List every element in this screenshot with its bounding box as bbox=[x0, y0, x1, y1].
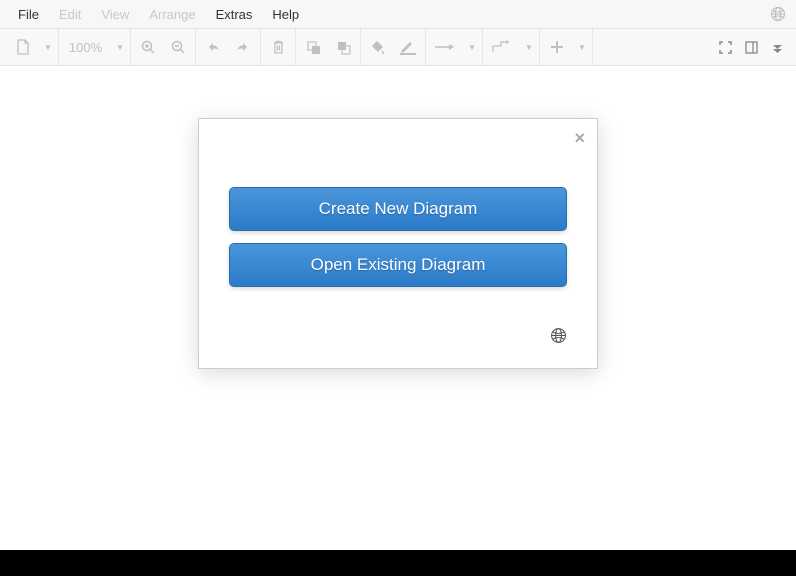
menu-help[interactable]: Help bbox=[262, 3, 309, 26]
caret-down-icon[interactable]: ▼ bbox=[578, 43, 586, 52]
start-dialog: × Create New Diagram Open Existing Diagr… bbox=[198, 118, 598, 369]
menu-view[interactable]: View bbox=[91, 3, 139, 26]
language-globe-icon[interactable] bbox=[229, 327, 567, 344]
zoom-in-icon[interactable] bbox=[137, 36, 159, 58]
zoom-out-icon[interactable] bbox=[167, 36, 189, 58]
menubar: File Edit View Arrange Extras Help bbox=[0, 0, 796, 28]
menu-arrange[interactable]: Arrange bbox=[139, 3, 205, 26]
toolbar: ▼ 100% ▼ bbox=[0, 28, 796, 66]
menu-extras[interactable]: Extras bbox=[206, 3, 263, 26]
format-panel-icon[interactable] bbox=[740, 36, 762, 58]
open-existing-diagram-button[interactable]: Open Existing Diagram bbox=[229, 243, 567, 287]
waypoints-icon[interactable] bbox=[489, 36, 515, 58]
close-icon[interactable]: × bbox=[574, 129, 585, 147]
caret-down-icon[interactable]: ▼ bbox=[468, 43, 476, 52]
zoom-level[interactable]: 100% bbox=[65, 40, 106, 55]
collapse-icon[interactable] bbox=[766, 36, 788, 58]
fullscreen-icon[interactable] bbox=[714, 36, 736, 58]
menu-file[interactable]: File bbox=[8, 3, 49, 26]
line-color-icon[interactable] bbox=[397, 36, 419, 58]
redo-icon[interactable] bbox=[232, 36, 254, 58]
document-icon[interactable] bbox=[12, 36, 34, 58]
delete-icon[interactable] bbox=[267, 36, 289, 58]
caret-down-icon[interactable]: ▼ bbox=[44, 43, 52, 52]
caret-down-icon[interactable]: ▼ bbox=[525, 43, 533, 52]
caret-down-icon[interactable]: ▼ bbox=[116, 43, 124, 52]
to-front-icon[interactable] bbox=[302, 36, 324, 58]
globe-icon[interactable] bbox=[770, 6, 786, 22]
fill-color-icon[interactable] bbox=[367, 36, 389, 58]
plus-icon[interactable] bbox=[546, 36, 568, 58]
connection-icon[interactable] bbox=[432, 36, 458, 58]
to-back-icon[interactable] bbox=[332, 36, 354, 58]
undo-icon[interactable] bbox=[202, 36, 224, 58]
menu-edit[interactable]: Edit bbox=[49, 3, 91, 26]
create-new-diagram-button[interactable]: Create New Diagram bbox=[229, 187, 567, 231]
footer-bar bbox=[0, 550, 796, 576]
